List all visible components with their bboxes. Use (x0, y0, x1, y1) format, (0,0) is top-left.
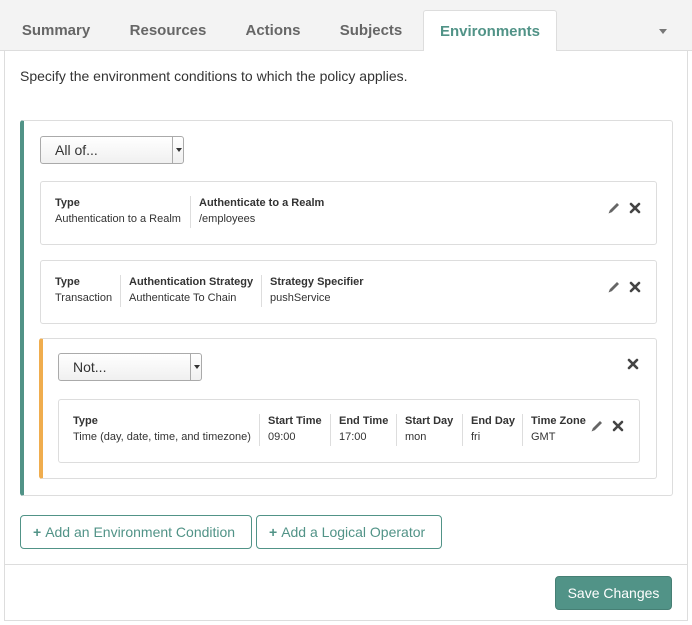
tab-actions[interactable]: Actions (232, 10, 314, 51)
logical-operator-not: Not... Type Time (day, date, time, and t… (39, 338, 657, 479)
pencil-icon[interactable] (607, 280, 621, 294)
condition-column: Authentication Strategy Authenticate To … (120, 275, 259, 307)
column-header: Type (55, 276, 80, 288)
tab-summary[interactable]: Summary (8, 10, 104, 51)
column-value: 17:00 (339, 431, 367, 443)
column-header: End Day (471, 415, 516, 427)
close-icon[interactable] (628, 201, 642, 215)
logical-operator-all-of: All of... Type Authentication to a Realm… (20, 120, 673, 496)
condition-column: Start Day mon (396, 414, 459, 446)
column-value: Time (day, date, time, and timezone) (73, 431, 251, 443)
add-environment-condition-button[interactable]: + Add an Environment Condition (20, 515, 252, 549)
column-header: Time Zone (531, 415, 586, 427)
tabs-dropdown-caret-icon[interactable] (659, 29, 667, 34)
close-icon[interactable] (611, 419, 625, 433)
column-header: Authenticate to a Realm (199, 197, 325, 209)
condition-column: End Day fri (462, 414, 521, 446)
condition-card: Type Authentication to a Realm Authentic… (40, 181, 657, 245)
column-value: /employees (199, 213, 256, 225)
nested-operator-value: Not... (73, 359, 107, 375)
tab-bar: Summary Resources Actions Subjects Envir… (0, 0, 692, 52)
column-value: Authenticate To Chain (129, 292, 237, 304)
add-operator-label: Add a Logical Operator (281, 524, 426, 540)
select-arrow-icon (190, 354, 201, 380)
tab-resources[interactable]: Resources (118, 10, 218, 51)
condition-card: Type Time (day, date, time, and timezone… (58, 399, 640, 463)
tab-environments[interactable]: Environments (423, 10, 557, 52)
condition-column: Strategy Specifier pushService (261, 275, 370, 307)
outer-operator-value: All of... (55, 142, 98, 158)
plus-icon: + (33, 524, 42, 540)
column-value: 09:00 (268, 431, 296, 443)
condition-card: Type Transaction Authentication Strategy… (40, 260, 657, 324)
outer-operator-select[interactable]: All of... (40, 136, 184, 164)
column-header: Start Time (268, 415, 322, 427)
condition-column: End Time 17:00 (330, 414, 394, 446)
condition-column: Time Zone GMT (522, 414, 592, 446)
nested-operator-select[interactable]: Not... (58, 353, 202, 381)
intro-text: Specify the environment conditions to wh… (20, 68, 408, 84)
condition-column: Type Time (day, date, time, and timezone… (73, 414, 257, 446)
close-icon[interactable] (626, 357, 640, 371)
plus-icon: + (269, 524, 278, 540)
column-value: Authentication to a Realm (55, 213, 181, 225)
column-value: pushService (270, 292, 331, 304)
add-condition-label: Add an Environment Condition (45, 524, 236, 540)
add-logical-operator-button[interactable]: + Add a Logical Operator (256, 515, 442, 549)
tab-subjects[interactable]: Subjects (326, 10, 416, 51)
save-changes-button[interactable]: Save Changes (555, 576, 672, 610)
column-value: mon (405, 431, 427, 443)
column-header: Type (55, 197, 80, 209)
condition-column: Start Time 09:00 (259, 414, 328, 446)
column-value: Transaction (55, 292, 113, 304)
condition-column: Type Authentication to a Realm (55, 196, 187, 228)
condition-column: Authenticate to a Realm /employees (190, 196, 330, 228)
column-value: fri (471, 431, 481, 443)
pencil-icon[interactable] (607, 201, 621, 215)
column-header: Type (73, 415, 98, 427)
select-arrow-icon (172, 137, 183, 163)
panel-footer: Save Changes (5, 564, 687, 620)
column-header: Authentication Strategy (129, 276, 254, 288)
close-icon[interactable] (628, 280, 642, 294)
pencil-icon[interactable] (590, 419, 604, 433)
column-header: Start Day (405, 415, 454, 427)
column-header: End Time (339, 415, 389, 427)
column-value: GMT (531, 431, 556, 443)
column-header: Strategy Specifier (270, 276, 364, 288)
environments-panel: Specify the environment conditions to wh… (4, 51, 688, 621)
condition-column: Type Transaction (55, 275, 118, 307)
